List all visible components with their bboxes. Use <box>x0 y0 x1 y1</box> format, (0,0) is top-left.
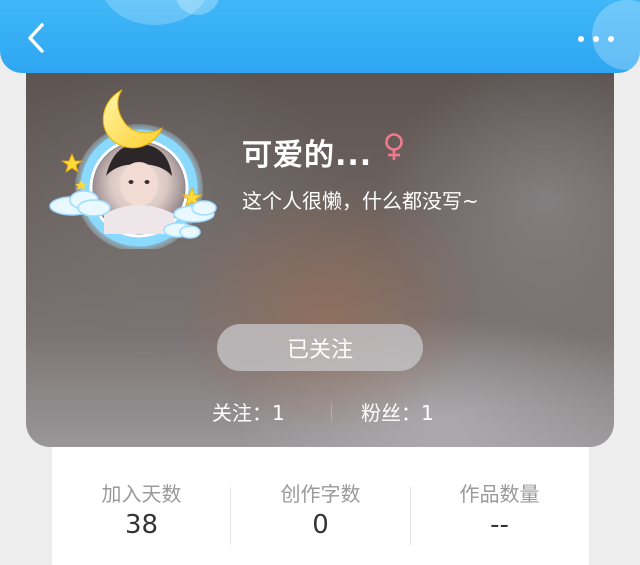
more-dot <box>593 36 599 42</box>
more-dot <box>608 36 614 42</box>
stat-label: 加入天数 <box>101 482 182 506</box>
stat-label: 作品数量 <box>459 482 540 506</box>
profile-page: 可爱的... 这个人很懒，什么都没写~ 已关注 关注：1 粉丝：1 加入天数 3… <box>0 0 640 565</box>
profile-nickname: 可爱的... <box>242 138 373 173</box>
following-count[interactable]: 关注：1 <box>212 397 285 426</box>
chevron-left-icon <box>28 23 44 53</box>
more-horizontal-icon <box>578 36 584 42</box>
female-gender-icon <box>382 132 406 166</box>
stat-word-count: 创作字数 0 <box>231 447 410 565</box>
stat-value: 0 <box>312 510 329 540</box>
top-bar <box>0 0 640 73</box>
stat-label: 创作字数 <box>280 482 361 506</box>
stat-works-count: 作品数量 -- <box>410 447 589 565</box>
stat-value: -- <box>490 510 509 540</box>
follow-button[interactable]: 已关注 <box>217 324 423 371</box>
follow-stats: 关注：1 粉丝：1 <box>0 397 640 427</box>
stat-join-days: 加入天数 38 <box>52 447 231 565</box>
followers-count[interactable]: 粉丝：1 <box>361 397 434 426</box>
profile-bio: 这个人很懒，什么都没写~ <box>242 189 479 213</box>
avatar[interactable] <box>44 84 219 252</box>
divider <box>331 403 332 421</box>
stats-panel: 加入天数 38 创作字数 0 作品数量 -- <box>52 447 589 565</box>
stat-value: 38 <box>124 510 159 540</box>
back-button[interactable] <box>18 18 54 58</box>
more-options-button[interactable] <box>578 26 614 52</box>
